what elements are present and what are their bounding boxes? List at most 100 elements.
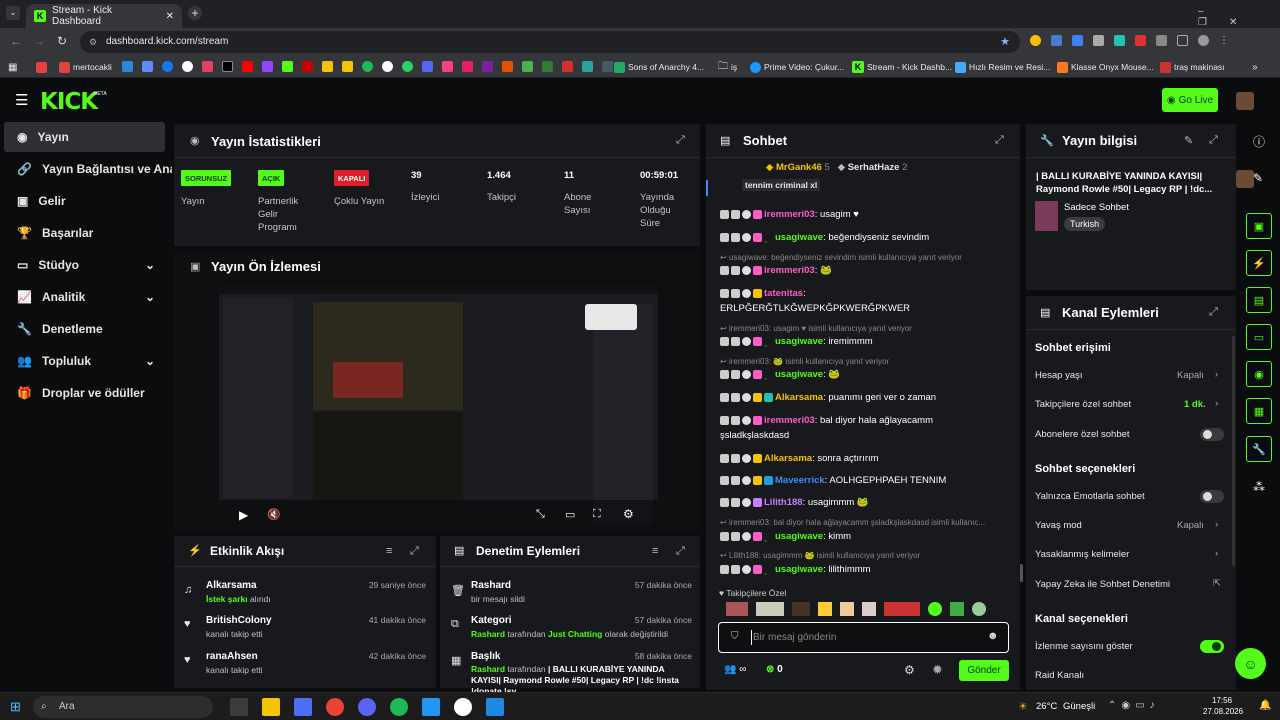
bookmark-icon[interactable] [322,61,333,72]
chat-message[interactable]: ˰ usagiwave: iremimmm [720,336,1010,348]
bookmark-item[interactable]: traş makinası [1160,61,1225,73]
extension-icon[interactable] [1093,35,1104,46]
bookmark-icon[interactable] [342,61,353,72]
edit-icon[interactable]: ✎ [1184,134,1193,147]
panel-scrollbar[interactable] [1232,336,1235,566]
bookmark-item[interactable]: Klasse Onyx Mouse... [1057,61,1154,73]
window-controls[interactable]: –❐✕ [1198,6,1280,28]
user-avatar[interactable] [1236,92,1254,110]
feed-user[interactable]: BritishColony [206,615,272,626]
bookmark-icon[interactable] [402,61,413,72]
send-button[interactable]: Gönder [959,660,1009,681]
expand-icon[interactable]: ⤢ [676,545,685,558]
sidebar-item-studyo[interactable]: ▭ Stüdyo ⌄ [4,250,165,280]
apps-grid-icon[interactable]: ▦ [8,61,17,73]
bookmark-item[interactable]: Sons of Anarchy 4... [614,61,704,73]
profile-avatar[interactable] [1198,35,1209,46]
bookmark-icon[interactable] [302,61,313,72]
kick-logo[interactable]: KICK [40,89,98,115]
sidebar-item-droplar[interactable]: 🎁 Droplar ve ödüller [4,378,165,408]
bookmark-folder[interactable]: 🗀 iş [718,61,737,73]
sidebar-item-yayin[interactable]: ◉ Yayın [4,122,165,152]
url-input[interactable]: ⚙ dashboard.kick.com/stream ★ [80,31,1020,53]
emoji-icon[interactable]: ☻ [987,630,999,642]
obs-icon[interactable] [454,698,472,716]
chat-message[interactable]: Maveerrick: AOLHGEPHPAEH TENNIM [720,475,1010,486]
task-view-icon[interactable] [230,698,248,716]
system-tray-icons[interactable]: ⌃◉▭♪ [1108,700,1160,711]
language-tag[interactable]: Turkish [1064,217,1106,231]
rail-document-icon[interactable]: ▦ [1246,398,1272,424]
emote-icon[interactable] [972,602,986,616]
app-icon[interactable] [422,698,440,716]
rail-video-icon[interactable]: ▣ [1246,213,1272,239]
bookmark-icon[interactable] [602,61,613,72]
spotify-icon[interactable] [390,698,408,716]
clock-date[interactable]: 27.08.2026 [1203,707,1243,716]
bookmark-icon[interactable] [142,61,153,72]
bookmark-icon[interactable] [482,61,493,72]
filter-icon[interactable]: ≡ [386,545,392,557]
slow-mode-row[interactable]: Yavaş mod Kapalı › [1035,519,1225,531]
chrome-icon[interactable] [326,698,344,716]
taskbar-search-input[interactable]: ⌕ Ara [33,696,213,718]
chat-message[interactable]: iremmeri03: usagim ♥ [720,209,1010,220]
theater-icon[interactable]: ▭ [565,508,575,521]
download-icon[interactable] [1177,35,1188,46]
settings-gear-icon[interactable]: ⚙ [623,507,634,521]
raid-channel-row[interactable]: Raid Kanalı [1035,670,1225,681]
chat-input[interactable]: ⛉ Bir mesaj gönderin ☻ [718,622,1009,653]
extension-icon[interactable] [1135,35,1146,46]
banned-words-row[interactable]: Yasaklanmış kelimeler › [1035,548,1225,560]
bookmark-star-icon[interactable]: ★ [1000,31,1010,53]
sidebar-item-basarilar[interactable]: 🏆 Başarılar [4,218,165,248]
followers-only-row[interactable]: Takipçilere özel sohbet 1 dk. › [1035,398,1225,410]
new-tab-icon[interactable]: + [188,6,202,20]
video-player[interactable]: ▶ 🔇 ⤡ ▭ ⛶ ⚙ [219,284,658,531]
rail-wrench-icon[interactable]: 🔧 [1246,436,1272,462]
filter-icon[interactable]: ≡ [652,545,658,557]
chat-message[interactable]: iremmeri03: bal diyor hala ağlayacamm [720,415,1010,426]
sidebar-item-stream-key[interactable]: 🔗Yayın Bağlantısı ve Anahtarı [4,154,172,184]
calculator-icon[interactable] [294,698,312,716]
sidebar-item-topluluk[interactable]: 👥 Topluluk ⌄ [4,346,165,376]
sidebar-item-gelir[interactable]: ▣ Gelir [4,186,165,216]
show-viewers-toggle[interactable] [1200,640,1224,653]
rail-lightning-icon[interactable]: ⚡ [1246,250,1272,276]
hamburger-menu-icon[interactable]: ☰ [15,91,28,109]
bookmark-icon[interactable] [542,61,553,72]
discord-icon[interactable] [358,698,376,716]
channel-points[interactable]: ⊗ 0 [766,664,783,675]
expand-icon[interactable]: ⤢ [1209,306,1218,319]
bookmark-icon[interactable] [502,61,513,72]
bookmark-icon[interactable] [522,61,533,72]
sidebar-item-denetleme[interactable]: 🔧 Denetleme [4,314,165,344]
bookmark-gmail[interactable] [36,61,47,73]
reload-icon[interactable]: ↻ [57,34,67,48]
bookmark-icon[interactable] [262,61,273,72]
ai-moderation-row[interactable]: Yapay Zeka ile Sohbet Denetimi ⇱ [1035,578,1225,590]
windows-start-icon[interactable]: ⊞ [10,699,21,715]
emote-icon[interactable] [726,602,748,616]
emote-icon[interactable] [792,602,810,616]
bookmark-icon[interactable] [462,61,473,72]
forward-icon[interactable]: → [33,34,45,48]
chat-message[interactable]: iremmeri03: 🐸 [720,265,1010,276]
expand-icon[interactable]: ⤢ [410,545,419,558]
chat-message[interactable]: ˰ usagiwave: lilithimmm [720,564,1010,576]
more-bookmarks-icon[interactable]: » [1252,61,1258,73]
extension-icon[interactable] [1051,35,1062,46]
chat-message[interactable]: Alkarsama: puanımı geri ver o zaman [720,392,1010,403]
chat-users-count[interactable]: 👥 ∞ [724,664,746,675]
back-icon[interactable]: ← [10,34,22,48]
emote-icon[interactable] [928,602,942,616]
help-chat-button[interactable]: ☺ [1235,648,1266,679]
rail-list-icon[interactable]: ▤ [1246,287,1272,313]
rail-chat-icon[interactable]: ▭ [1246,324,1272,350]
menu-dots-icon[interactable]: ⋮ [1219,35,1229,49]
emote-icon[interactable] [840,602,854,616]
site-info-icon[interactable]: ⚙ [89,31,97,53]
play-icon[interactable]: ▶ [239,508,248,522]
edit-icon[interactable]: ✎ [1253,171,1263,185]
clock-time[interactable]: 17:56 [1212,696,1232,705]
